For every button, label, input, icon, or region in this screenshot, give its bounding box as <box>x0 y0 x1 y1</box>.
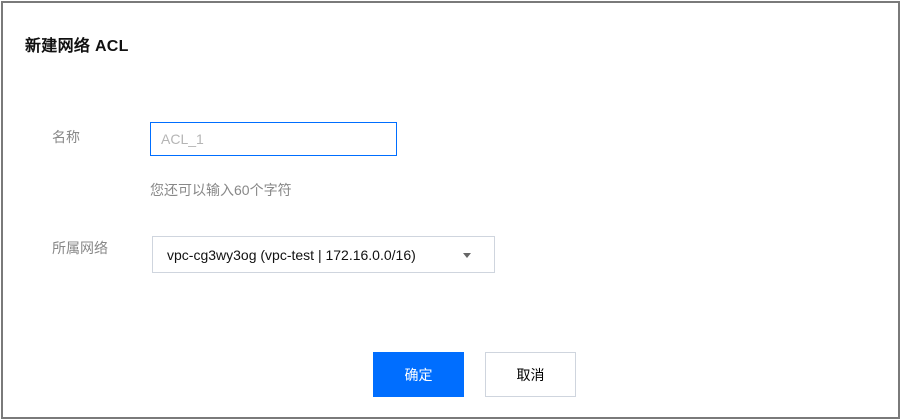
dialog-title: 新建网络 ACL <box>25 38 129 55</box>
cancel-button[interactable]: 取消 <box>485 352 576 397</box>
chevron-down-icon <box>463 253 471 258</box>
name-label: 名称 <box>52 129 80 145</box>
vpc-label: 所属网络 <box>52 240 108 256</box>
vpc-select-value: vpc-cg3wy3og (vpc-test | 172.16.0.0/16) <box>167 247 416 263</box>
vpc-select[interactable]: vpc-cg3wy3og (vpc-test | 172.16.0.0/16) <box>152 236 495 273</box>
name-char-limit-hint: 您还可以输入60个字符 <box>150 182 292 198</box>
create-network-acl-dialog: 新建网络 ACL 名称 您还可以输入60个字符 所属网络 vpc-cg3wy3o… <box>1 1 900 419</box>
name-input[interactable] <box>150 122 397 156</box>
confirm-button[interactable]: 确定 <box>373 352 464 397</box>
